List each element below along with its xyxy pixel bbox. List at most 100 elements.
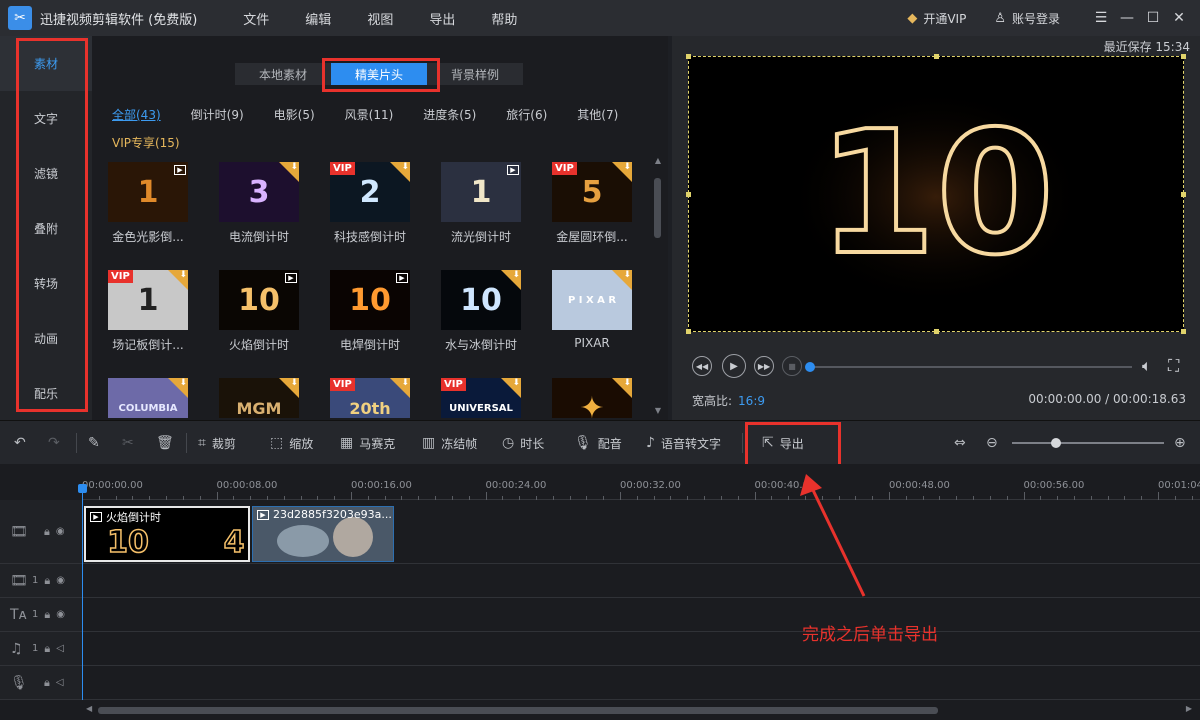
scroll-up-icon[interactable]: ▲ — [652, 156, 664, 165]
previous-frame-icon[interactable]: ◀◀ — [692, 356, 712, 376]
menu-export[interactable]: 导出 — [411, 9, 473, 28]
menu-file[interactable]: 文件 — [225, 9, 287, 28]
library-scrollbar[interactable]: ▲ ▼ — [652, 156, 664, 420]
minimize-icon[interactable]: — — [1114, 10, 1140, 26]
filter-progress-bar[interactable]: 进度条(5) — [423, 106, 476, 122]
lock-icon[interactable]: 🔒︎ — [44, 676, 50, 690]
lock-icon[interactable]: 🔒︎ — [44, 608, 50, 622]
scroll-right-icon[interactable]: ▶ — [1186, 704, 1192, 713]
library-item[interactable]: 10 ⬇ 水与冰倒计时 — [441, 270, 521, 353]
library-thumbnail[interactable]: 1 ▶ — [441, 162, 521, 222]
library-thumbnail[interactable]: 3 ⬇ — [219, 162, 299, 222]
dub-button[interactable]: 🎙︎ 配音 — [574, 421, 622, 465]
split-button[interactable]: ✂ — [122, 421, 134, 465]
download-icon[interactable]: ⬇ — [390, 162, 410, 182]
freeze-frame-button[interactable]: ▥ 冻结帧 — [422, 421, 477, 465]
download-icon[interactable]: ⬇ — [501, 270, 521, 290]
resize-handle[interactable] — [1181, 192, 1186, 197]
library-item[interactable]: 5 VIP ⬇ 金屋圆环倒... — [552, 162, 632, 245]
account-login-button[interactable]: ♙ 账号登录 — [994, 10, 1060, 27]
library-item[interactable]: 20th VIP ⬇ — [330, 378, 410, 418]
library-item[interactable]: 10 ▶ 电焊倒计时 — [330, 270, 410, 353]
download-icon[interactable]: ⬇ — [390, 378, 410, 398]
edit-button[interactable]: ✎ — [88, 421, 100, 465]
fit-timeline-button[interactable]: ⇔ — [954, 421, 966, 465]
download-icon[interactable]: ⬇ — [279, 162, 299, 182]
speaker-icon[interactable]: ◁ — [56, 677, 64, 688]
timeline-scrollbar[interactable]: ◀ ▶ — [84, 704, 1194, 716]
mosaic-button[interactable]: ▦ 马赛克 — [340, 421, 395, 465]
zoom-slider-knob[interactable] — [1051, 438, 1062, 448]
menu-view[interactable]: 视图 — [349, 9, 411, 28]
library-item[interactable]: MGM ⬇ — [219, 378, 299, 418]
menu-edit[interactable]: 编辑 — [287, 9, 349, 28]
next-frame-icon[interactable]: ▶▶ — [754, 356, 774, 376]
resize-handle[interactable] — [1181, 54, 1186, 59]
library-thumbnail[interactable]: 2 VIP ⬇ — [330, 162, 410, 222]
download-icon[interactable]: ⬇ — [168, 270, 188, 290]
stop-icon[interactable]: ■ — [782, 356, 802, 376]
playhead-handle[interactable] — [78, 484, 87, 493]
eye-icon[interactable]: ◉ — [56, 526, 65, 537]
duration-button[interactable]: ◷ 时长 — [502, 421, 544, 465]
library-item[interactable]: ✦ ⬇ — [552, 378, 632, 418]
scroll-down-icon[interactable]: ▼ — [652, 406, 664, 415]
download-icon[interactable]: ⬇ — [612, 162, 632, 182]
library-item[interactable]: UNIVERSAL VIP ⬇ — [441, 378, 521, 418]
tab-background-samples[interactable]: 背景样例 — [427, 63, 523, 85]
library-thumbnail[interactable]: COLUMBIA ⬇ — [108, 378, 188, 418]
speaker-icon[interactable]: ◁ — [56, 643, 64, 654]
fullscreen-icon[interactable]: ⛶ — [1168, 356, 1179, 376]
library-thumbnail[interactable]: 5 VIP ⬇ — [552, 162, 632, 222]
library-item[interactable]: P I X A R ⬇ PIXAR — [552, 270, 632, 350]
menu-hamburger-icon[interactable]: ☰ — [1088, 10, 1114, 26]
resize-handle[interactable] — [934, 54, 939, 59]
filter-vip-exclusive[interactable]: VIP专享(15) — [112, 134, 652, 150]
filter-travel[interactable]: 旅行(6) — [506, 106, 547, 122]
download-icon[interactable]: ⬇ — [501, 378, 521, 398]
redo-button[interactable]: ↷ — [48, 421, 60, 465]
library-item[interactable]: 3 ⬇ 电流倒计时 — [219, 162, 299, 245]
playhead[interactable] — [82, 484, 83, 700]
progress-knob[interactable] — [805, 362, 815, 372]
play-icon[interactable]: ▶ — [722, 354, 746, 378]
menu-help[interactable]: 帮助 — [473, 9, 535, 28]
lock-icon[interactable]: 🔒︎ — [44, 525, 50, 539]
library-thumbnail[interactable]: 1 ▶ — [108, 162, 188, 222]
resize-handle[interactable] — [686, 192, 691, 197]
download-icon[interactable]: ⬇ — [168, 378, 188, 398]
crop-button[interactable]: ⌗ 裁剪 — [198, 421, 236, 465]
resize-handle[interactable] — [686, 329, 691, 334]
download-icon[interactable]: ⬇ — [612, 270, 632, 290]
filter-movie[interactable]: 电影(5) — [274, 106, 315, 122]
maximize-icon[interactable]: ☐ — [1140, 10, 1166, 26]
aspect-ratio-value[interactable]: 16:9 — [738, 394, 765, 408]
resize-handle[interactable] — [934, 329, 939, 334]
library-thumbnail[interactable]: P I X A R ⬇ — [552, 270, 632, 330]
volume-icon[interactable]: 🔈︎ — [1142, 356, 1152, 376]
library-thumbnail[interactable]: 1 VIP ⬇ — [108, 270, 188, 330]
delete-button[interactable]: 🗑︎ — [156, 421, 174, 465]
playback-progress[interactable] — [805, 362, 1132, 372]
tab-local-material[interactable]: 本地素材 — [235, 63, 331, 85]
library-thumbnail[interactable]: 10 ⬇ — [441, 270, 521, 330]
library-thumbnail[interactable]: UNIVERSAL VIP ⬇ — [441, 378, 521, 418]
scroll-left-icon[interactable]: ◀ — [86, 704, 92, 713]
library-item[interactable]: 1 ▶ 流光倒计时 — [441, 162, 521, 245]
scroll-thumb[interactable] — [654, 178, 661, 238]
video-canvas[interactable]: 10 — [686, 54, 1186, 334]
scroll-thumb[interactable] — [98, 707, 938, 714]
lock-icon[interactable]: 🔒︎ — [44, 642, 50, 656]
lock-icon[interactable]: 🔒︎ — [44, 574, 50, 588]
open-vip-button[interactable]: ◆ 开通VIP — [907, 10, 966, 27]
library-item[interactable]: 1 ▶ 金色光影倒... — [108, 162, 188, 245]
undo-button[interactable]: ↶ — [14, 421, 26, 465]
download-icon[interactable]: ⬇ — [612, 378, 632, 398]
library-thumbnail[interactable]: 20th VIP ⬇ — [330, 378, 410, 418]
zoom-in-button[interactable]: ⊕ — [1174, 421, 1186, 465]
filter-scenery[interactable]: 风景(11) — [345, 106, 394, 122]
timeline-zoom-slider[interactable] — [1012, 438, 1164, 448]
eye-icon[interactable]: ◉ — [56, 609, 65, 620]
library-thumbnail[interactable]: MGM ⬇ — [219, 378, 299, 418]
library-item[interactable]: 10 ▶ 火焰倒计时 — [219, 270, 299, 353]
